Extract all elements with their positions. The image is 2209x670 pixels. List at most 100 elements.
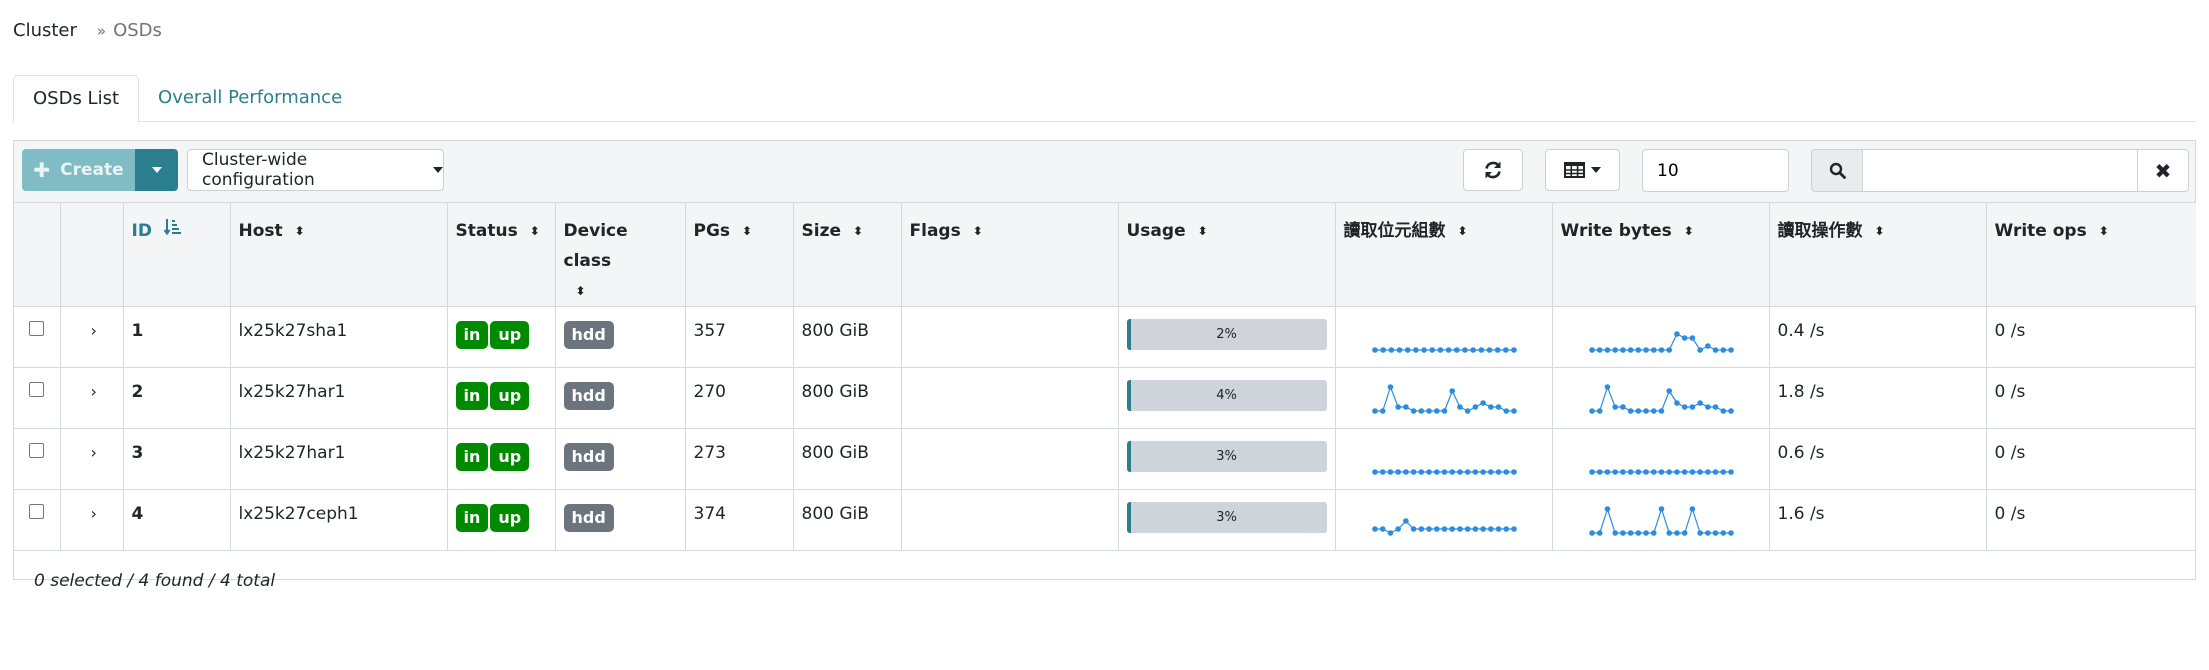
device-class-badge: hdd — [563, 382, 614, 410]
table-row[interactable]: › 3 lx25k27har1 in up hdd 273 800 GiB 3% … — [14, 428, 2196, 490]
sparkline-point — [1665, 469, 1672, 475]
sparkline-point — [1727, 530, 1734, 536]
sparkline-point — [1596, 530, 1603, 536]
refresh-button[interactable] — [1463, 149, 1523, 191]
table-header-row: ID Host ⬍ Status ⬍ Device class ⬍ PGs ⬍ Size… — [14, 203, 2196, 307]
sparkline-point — [1665, 388, 1672, 394]
sparkline-point — [1588, 408, 1595, 414]
osd-status: in up — [447, 489, 556, 551]
row-checkbox[interactable] — [29, 382, 44, 397]
sparkline-point — [1619, 469, 1626, 475]
col-header-device-class[interactable]: Device class ⬍ — [555, 203, 686, 307]
sparkline-point — [1650, 347, 1657, 353]
table-row[interactable]: › 1 lx25k27sha1 in up hdd 357 800 GiB 2% … — [14, 306, 2196, 368]
chevron-right-icon[interactable]: › — [91, 504, 97, 523]
sparkline-point — [1418, 469, 1424, 475]
sparkline-point — [1619, 347, 1626, 353]
sparkline-point — [1689, 404, 1695, 410]
col-header-host[interactable]: Host ⬍ — [230, 203, 448, 307]
clear-search-button[interactable]: ✖ — [2137, 149, 2189, 192]
sparkline-point — [1441, 469, 1447, 475]
col-header-pgs[interactable]: PGs ⬍ — [685, 203, 794, 307]
table-row[interactable]: › 4 lx25k27ceph1 in up hdd 374 800 GiB 3%… — [14, 489, 2196, 551]
page-size-input[interactable] — [1642, 149, 1789, 192]
sparkline-point — [1441, 526, 1447, 532]
search-group: ✖ — [1811, 149, 2189, 192]
chevron-right-icon[interactable]: › — [91, 321, 97, 340]
status-badge-up: up — [490, 504, 530, 532]
sparkline-point — [1448, 526, 1455, 532]
chevron-right-icon[interactable]: › — [91, 382, 97, 401]
sparkline-point — [1642, 408, 1649, 414]
create-dropdown-toggle[interactable] — [135, 149, 178, 191]
osd-pgs: 374 — [685, 489, 794, 551]
sparkline-point — [1681, 530, 1687, 536]
sparkline-point — [1650, 530, 1657, 536]
sparkline-point — [1494, 347, 1500, 353]
sparkline-point — [1428, 347, 1435, 353]
row-select-cell — [14, 428, 61, 490]
sparkline-point — [1604, 506, 1610, 512]
tab-osds-list[interactable]: OSDs List — [13, 75, 140, 123]
sparkline-path — [1591, 507, 1731, 534]
read-bytes-sparkline — [1371, 469, 1517, 475]
sparkline-point — [1402, 469, 1409, 475]
read-bytes-sparkline — [1371, 384, 1517, 414]
sparkline-point — [1387, 384, 1393, 390]
usage-label: 3% — [1216, 449, 1237, 464]
sparkline-point — [1402, 404, 1409, 410]
sparkline-point — [1719, 347, 1726, 353]
osd-flags — [901, 367, 1119, 429]
osd-read-bytes — [1335, 306, 1553, 368]
sparkline-point — [1704, 469, 1711, 475]
row-select-cell — [14, 306, 61, 368]
sparkline-point — [1388, 347, 1394, 353]
col-header-write-ops[interactable]: Write ops ⬍ — [1986, 203, 2196, 307]
col-header-write-bytes[interactable]: Write bytes ⬍ — [1552, 203, 1770, 307]
sparkline-point — [1379, 469, 1386, 475]
sparkline-point — [1425, 526, 1432, 532]
sparkline-point — [1596, 469, 1603, 475]
tab-overall-performance[interactable]: Overall Performance — [139, 75, 361, 123]
sparkline-point — [1712, 347, 1718, 353]
sparkline-point — [1410, 526, 1416, 532]
col-header-size[interactable]: Size ⬍ — [793, 203, 902, 307]
osd-id: 3 — [123, 428, 231, 490]
row-expand-cell: › — [60, 367, 124, 429]
create-button[interactable]: ✚ Create — [22, 149, 135, 191]
column-toggle-button[interactable] — [1545, 149, 1620, 191]
sparkline-point — [1696, 347, 1703, 353]
table-row[interactable]: › 2 lx25k27har1 in up hdd 270 800 GiB 4% … — [14, 367, 2196, 429]
row-checkbox[interactable] — [29, 321, 44, 336]
col-header-usage[interactable]: Usage ⬍ — [1118, 203, 1336, 307]
col-label: 讀取位元組數 — [1343, 221, 1446, 241]
col-header-flags[interactable]: Flags ⬍ — [901, 203, 1119, 307]
sparkline-point — [1425, 408, 1432, 414]
col-header-id[interactable]: ID — [123, 203, 231, 307]
sort-icon: ⬍ — [2098, 224, 2109, 238]
breadcrumb-root[interactable]: Cluster — [13, 20, 77, 41]
sparkline-point — [1727, 347, 1734, 353]
osd-read-bytes — [1335, 428, 1553, 490]
sparkline-point — [1635, 469, 1641, 475]
row-checkbox[interactable] — [29, 443, 44, 458]
chevron-right-icon[interactable]: › — [91, 443, 97, 462]
cluster-config-button[interactable]: Cluster-wide configuration — [187, 149, 444, 191]
col-label: Host — [238, 221, 283, 241]
col-header-read-ops[interactable]: 讀取操作數 ⬍ — [1769, 203, 1987, 307]
sparkline-point — [1673, 331, 1680, 337]
sparkline-point — [1410, 469, 1416, 475]
col-label: Status — [455, 221, 518, 241]
sparkline-point — [1371, 526, 1378, 532]
sparkline-point — [1387, 530, 1393, 536]
status-badge-up: up — [490, 443, 530, 471]
row-checkbox[interactable] — [29, 504, 44, 519]
breadcrumb-current: OSDs — [113, 20, 162, 41]
col-header-status[interactable]: Status ⬍ — [447, 203, 556, 307]
search-input[interactable] — [1863, 149, 2137, 192]
osd-flags — [901, 428, 1119, 490]
col-header-read-bytes[interactable]: 讀取位元組數 ⬍ — [1335, 203, 1553, 307]
osd-status: in up — [447, 306, 556, 368]
sparkline-point — [1673, 530, 1680, 536]
sparkline-point — [1464, 469, 1470, 475]
